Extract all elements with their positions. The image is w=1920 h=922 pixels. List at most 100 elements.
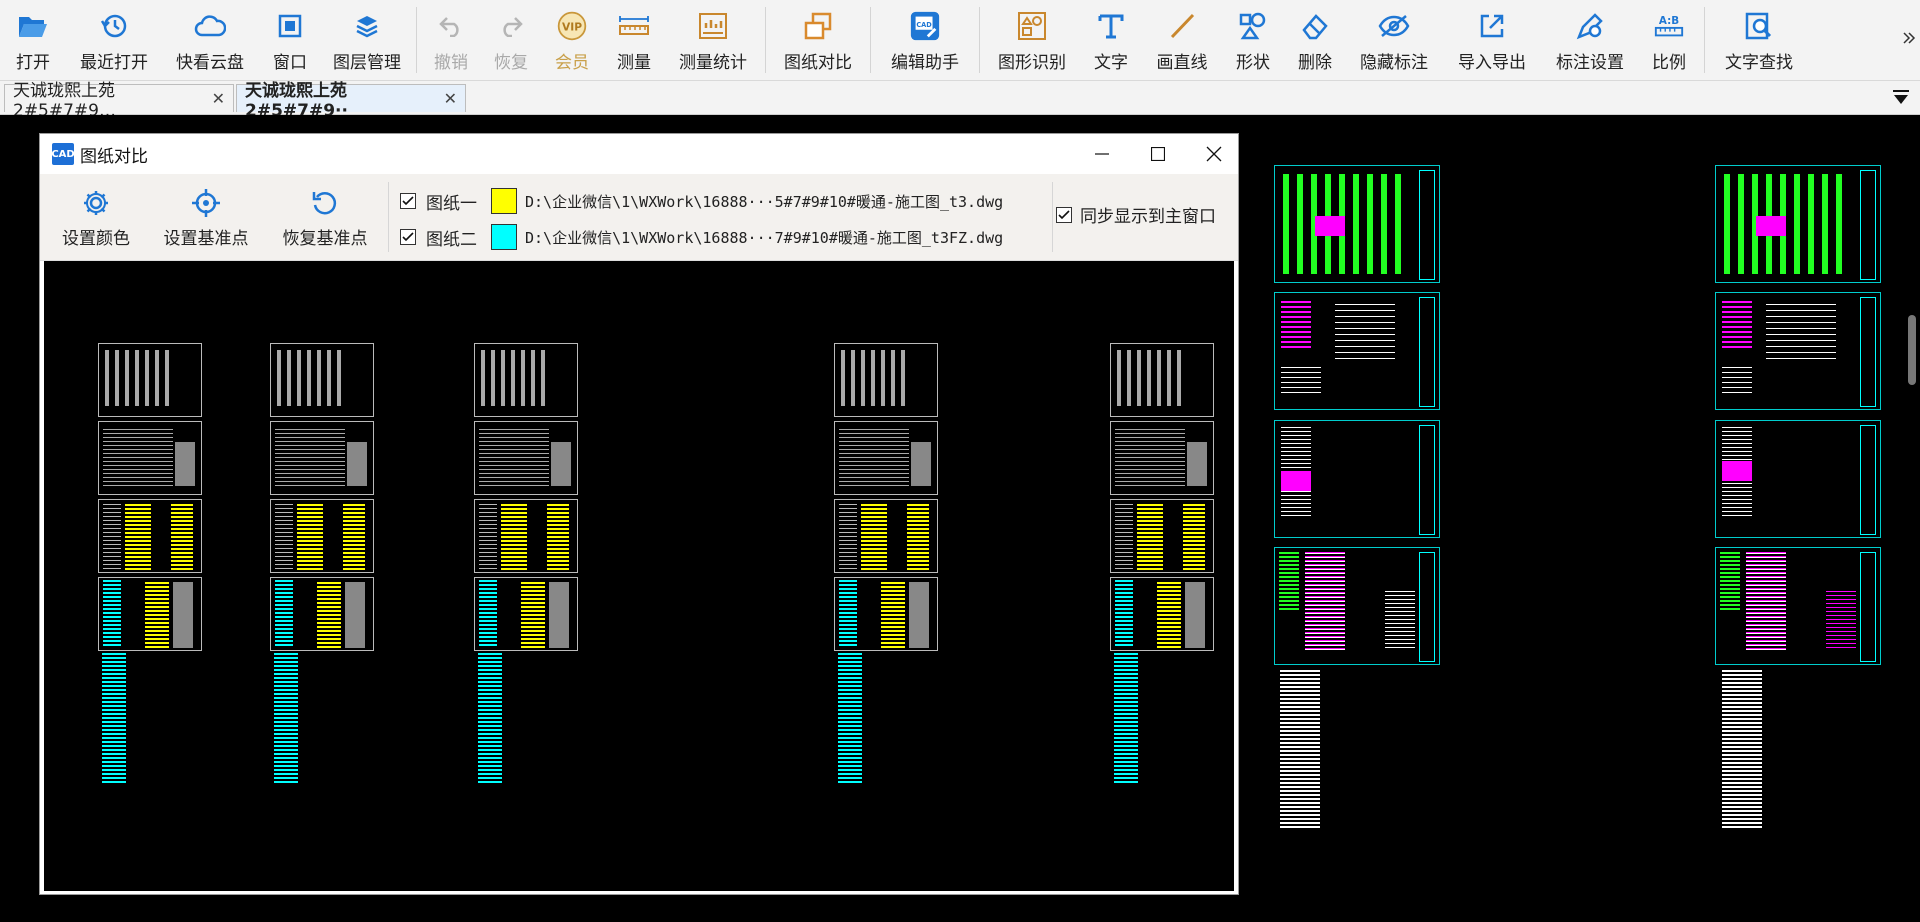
close-button[interactable] [1186, 134, 1242, 174]
compare-sheet [474, 577, 578, 651]
cloud-drive-button[interactable]: 快看云盘 [162, 0, 258, 80]
ruler-icon [618, 10, 650, 42]
drawing1-checkbox[interactable] [400, 193, 416, 209]
text-search-button[interactable]: 文字查找 [1709, 0, 1809, 80]
import-export-button[interactable]: 导入导出 [1442, 0, 1542, 80]
history-icon [98, 10, 130, 42]
drawing2-row: 图纸二 D:\企业微信\1\WXWork\16888···7#9#10#暖通-施… [400, 222, 1003, 252]
toolbar-separator [979, 7, 980, 73]
compare-sheet [270, 343, 374, 417]
scale-button[interactable]: A:B 比例 [1638, 0, 1700, 80]
edit-assistant-button[interactable]: CAD 编辑助手 [875, 0, 975, 80]
window-icon [274, 10, 306, 42]
tab-dropdown-icon[interactable] [1892, 90, 1910, 110]
annotation-settings-icon [1574, 10, 1606, 42]
drawing2-color-swatch[interactable] [491, 224, 517, 250]
dialog-title: 图纸对比 [80, 146, 148, 167]
open-button[interactable]: 打开 [0, 0, 66, 80]
compare-sheet [270, 499, 374, 573]
sync-label: 同步显示到主窗口 [1080, 207, 1216, 227]
compare-sheet [474, 499, 578, 573]
drawing1-path: D:\企业微信\1\WXWork\16888···5#7#9#10#暖通-施工图… [525, 192, 1004, 211]
undo-button[interactable]: 撤销 [421, 0, 481, 80]
svg-text:CAD: CAD [916, 21, 932, 29]
redo-button[interactable]: 恢复 [481, 0, 541, 80]
minimize-button[interactable] [1074, 134, 1130, 174]
compare-sheet [1110, 421, 1214, 495]
drawing-compare-button[interactable]: 图纸对比 [770, 0, 866, 80]
compare-sheet [1110, 343, 1214, 417]
line-icon [1166, 10, 1198, 42]
shape-recognize-button[interactable]: 图形识别 [984, 0, 1080, 80]
hide-annotation-button[interactable]: 隐藏标注 [1346, 0, 1442, 80]
sync-to-main-window[interactable]: 同步显示到主窗口 [1056, 202, 1216, 227]
compare-sheet [1110, 577, 1214, 651]
toolbar-separator [388, 182, 389, 252]
crosshair-icon [191, 188, 221, 218]
recent-open-button[interactable]: 最近打开 [66, 0, 162, 80]
set-base-point-button[interactable]: 设置基准点 [152, 174, 260, 260]
drawing2-label: 图纸二 [426, 229, 477, 250]
compare-sheet [270, 577, 374, 651]
text-icon [1095, 10, 1127, 42]
dialog-titlebar[interactable]: CAD 图纸对比 [40, 134, 1238, 174]
close-icon[interactable]: ✕ [212, 89, 225, 108]
shapes-icon [1237, 10, 1269, 42]
vip-icon: VIP [556, 10, 588, 42]
drawing-sheet [1715, 165, 1881, 283]
window-button[interactable]: 窗口 [258, 0, 322, 80]
drawing2-checkbox[interactable] [400, 229, 416, 245]
svg-text:A:B: A:B [1659, 15, 1679, 27]
measure-button[interactable]: 测量 [603, 0, 665, 80]
draw-line-button[interactable]: 画直线 [1142, 0, 1222, 80]
folder-open-icon [17, 10, 49, 42]
cad-edit-icon: CAD [909, 10, 941, 42]
delete-button[interactable]: 删除 [1284, 0, 1346, 80]
document-tab-active[interactable]: 天诚珑熙上苑2#5#7#9·· ✕ [236, 81, 466, 121]
toolbar-separator [1704, 7, 1705, 73]
compare-sheet [1110, 499, 1214, 573]
drawing-notes [1280, 670, 1320, 830]
drawing1-color-swatch[interactable] [491, 188, 517, 214]
compare-sheet [98, 577, 202, 651]
document-tabbar: 天诚珑熙上苑2#5#7#9… ✕ 天诚珑熙上苑2#5#7#9·· ✕ [0, 81, 1920, 121]
vip-button[interactable]: VIP 会员 [541, 0, 603, 80]
drawing-sheet [1715, 420, 1881, 538]
undo-icon [435, 10, 467, 42]
compare-sheet [474, 343, 578, 417]
sync-checkbox[interactable] [1056, 206, 1072, 223]
drawing2-path: D:\企业微信\1\WXWork\16888···7#9#10#暖通-施工图_t… [525, 228, 1004, 247]
annotation-settings-button[interactable]: 标注设置 [1542, 0, 1638, 80]
maximize-icon [1151, 147, 1165, 161]
cloud-icon [194, 10, 226, 42]
compare-sheet [98, 343, 202, 417]
close-icon[interactable]: ✕ [444, 89, 457, 108]
document-tab[interactable]: 天诚珑熙上苑2#5#7#9… ✕ [4, 81, 234, 121]
shapes-button[interactable]: 形状 [1222, 0, 1284, 80]
compare-sheet [834, 499, 938, 573]
layer-manager-button[interactable]: 图层管理 [322, 0, 412, 80]
minimize-icon [1095, 153, 1109, 155]
drawing1-row: 图纸一 D:\企业微信\1\WXWork\16888···5#7#9#10#暖通… [400, 186, 1003, 216]
cad-app-icon: CAD [51, 143, 75, 165]
toolbar-overflow-icon[interactable] [1902, 30, 1916, 44]
compare-sheet [474, 421, 578, 495]
eye-off-icon [1378, 10, 1410, 42]
checkmark-icon [402, 196, 414, 206]
restore-base-point-button[interactable]: 恢复基准点 [270, 174, 380, 260]
compare-canvas[interactable] [44, 261, 1234, 891]
compare-sheet [98, 421, 202, 495]
compare-notes [102, 653, 126, 783]
measure-stats-button[interactable]: 测量统计 [665, 0, 761, 80]
compare-icon [802, 10, 834, 42]
drawing-notes [1722, 670, 1762, 830]
import-export-icon [1476, 10, 1508, 42]
set-color-button[interactable]: 设置颜色 [52, 174, 140, 260]
compare-notes [274, 653, 298, 783]
restore-icon [310, 188, 340, 218]
text-search-icon [1743, 10, 1775, 42]
measure-stats-icon [697, 10, 729, 42]
text-button[interactable]: 文字 [1080, 0, 1142, 80]
maximize-button[interactable] [1130, 134, 1186, 174]
vertical-scrollbar[interactable] [1908, 315, 1916, 385]
